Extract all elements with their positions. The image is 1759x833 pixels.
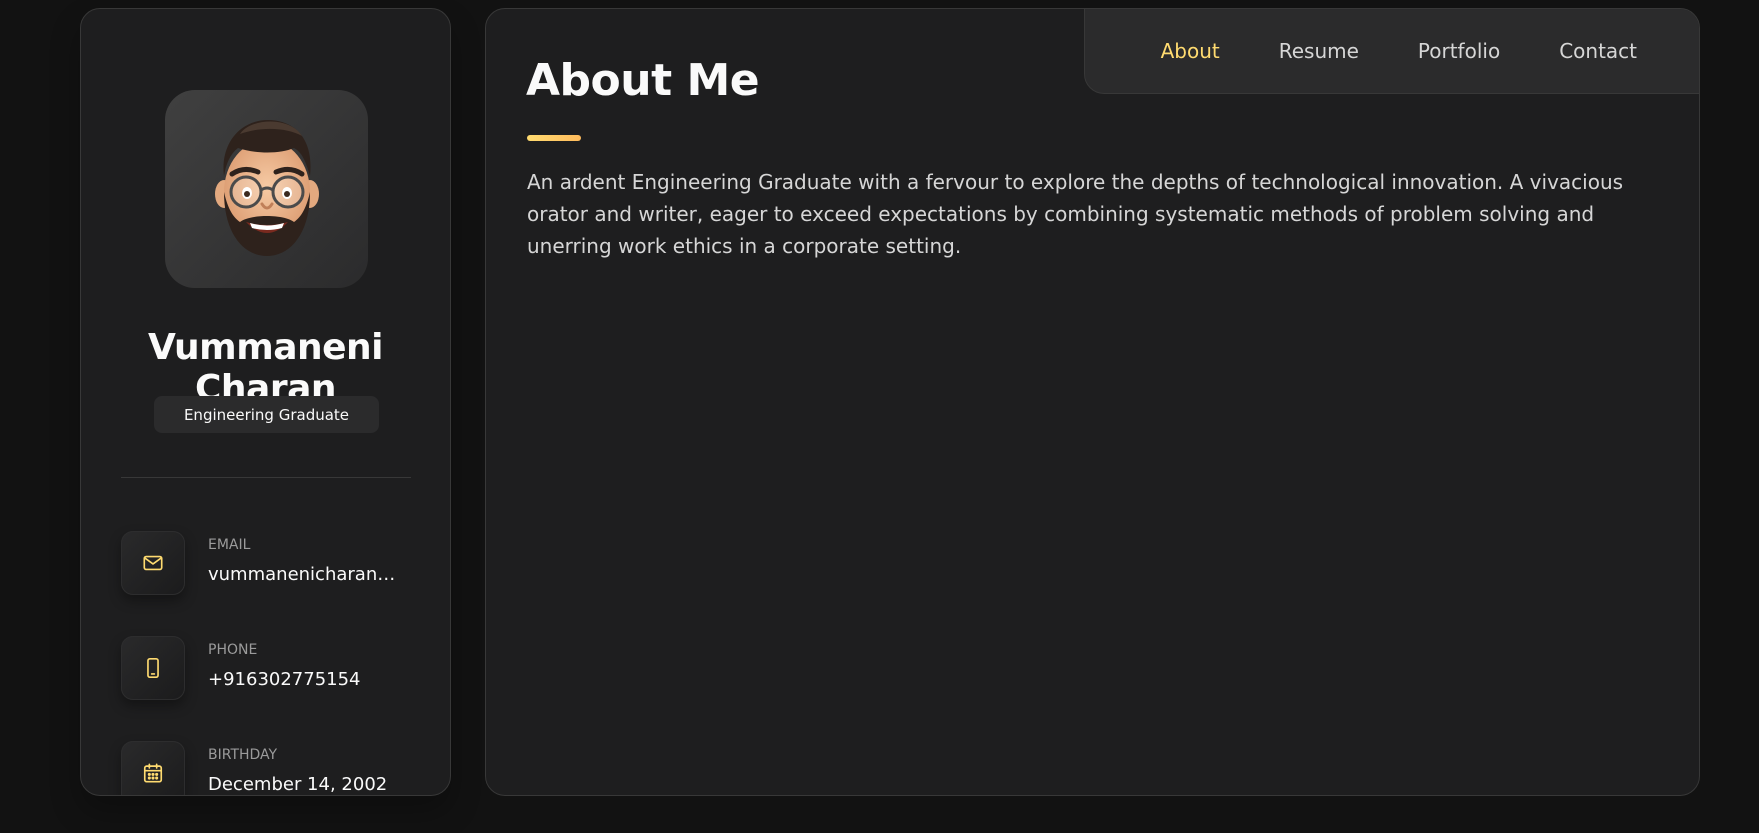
phone-link[interactable]: +916302775154: [208, 669, 413, 690]
nav-link-about[interactable]: About: [1161, 39, 1220, 63]
mail-icon: [121, 531, 185, 595]
nav-link-resume[interactable]: Resume: [1279, 39, 1359, 63]
email-link[interactable]: vummanenicharan@gmail.com: [208, 564, 413, 585]
phone-icon: [121, 636, 185, 700]
main-content: About Resume Portfolio Contact About Me …: [485, 8, 1700, 796]
navbar: About Resume Portfolio Contact: [1084, 9, 1699, 94]
separator: [121, 477, 411, 478]
about-text: An ardent Engineering Graduate with a fe…: [527, 170, 1624, 258]
avatar-memoji-image: [215, 120, 319, 256]
contact-item-phone: Phone +916302775154: [121, 636, 421, 700]
contact-label: Birthday: [208, 747, 278, 763]
title-underline: [527, 135, 581, 141]
page-title: About Me: [526, 55, 760, 106]
contact-item-birthday: Birthday December 14, 2002: [121, 741, 421, 795]
profile-title-badge: Engineering Graduate: [154, 396, 379, 433]
nav-link-portfolio[interactable]: Portfolio: [1418, 39, 1500, 63]
nav-link-contact[interactable]: Contact: [1559, 39, 1637, 63]
contact-item-email: Email vummanenicharan@gmail.com: [121, 531, 421, 595]
sidebar: Vummaneni Charan Engineering Graduate Em…: [80, 8, 451, 796]
calendar-icon: [121, 741, 185, 795]
avatar: [165, 90, 368, 288]
birthday-value: December 14, 2002: [208, 774, 388, 795]
contact-label: Phone: [208, 642, 258, 658]
contact-label: Email: [208, 537, 251, 553]
